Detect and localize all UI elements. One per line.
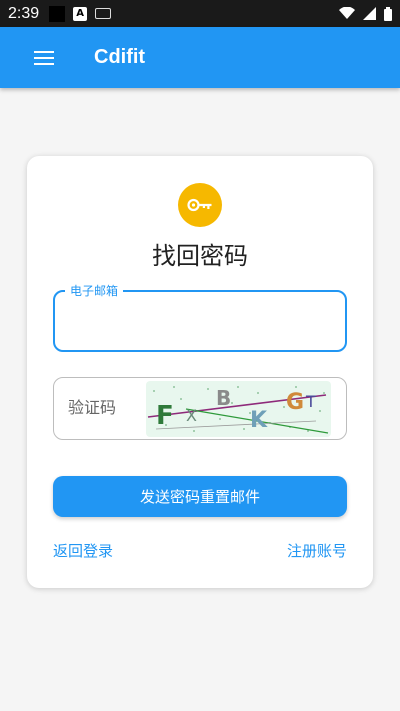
page-title: 找回密码 [152,242,248,270]
notification-square-icon [49,5,66,22]
svg-text:B: B [216,386,231,410]
status-bar: 2:39 A [0,0,400,27]
svg-text:K: K [250,408,268,433]
wifi-icon [339,7,355,19]
register-link[interactable]: 注册账号 [287,540,347,561]
menu-icon[interactable] [34,50,56,66]
back-to-login-link[interactable]: 返回登录 [53,540,113,561]
key-icon [178,183,222,227]
svg-text:T: T [305,392,316,411]
svg-text:X: X [186,406,197,425]
captcha-image[interactable]: F X B K G T [146,381,331,437]
keyboard-icon [95,8,112,19]
svg-text:G: G [286,390,304,415]
status-right [339,6,392,21]
captcha-field[interactable]: F X B K G T [53,377,347,440]
status-time: 2:39 [8,4,40,22]
email-field[interactable]: 电子邮箱 [53,282,347,352]
app-title: Cdifit [94,46,146,68]
email-input[interactable] [67,310,335,336]
email-label: 电子邮箱 [65,282,124,299]
send-reset-email-button[interactable]: 发送密码重置邮件 [53,476,347,517]
reset-password-card: 找回密码 电子邮箱 F X B [27,156,373,588]
notification-a-icon: A [73,6,88,21]
app-bar: Cdifit [0,27,400,88]
signal-icon [363,7,376,20]
svg-text:F: F [156,401,174,431]
battery-icon [384,6,392,21]
captcha-input[interactable] [68,396,130,422]
